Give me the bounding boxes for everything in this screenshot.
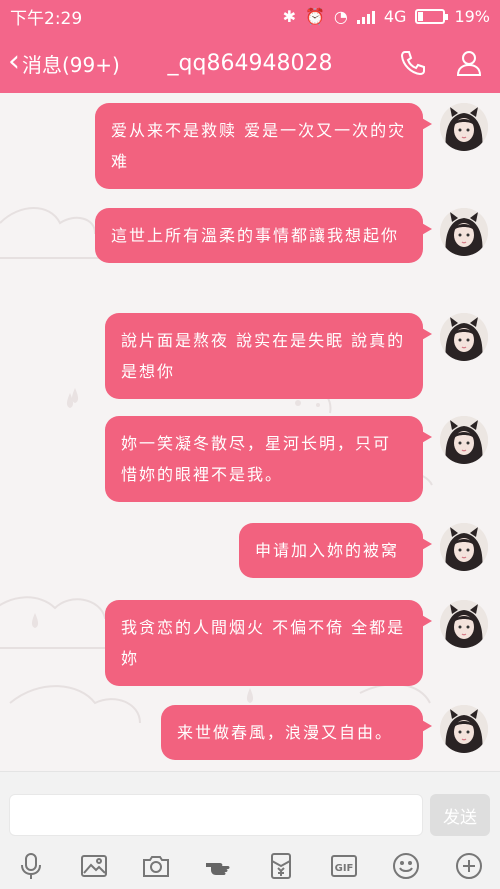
message-bubble[interactable]: 爱从来不是救赎 爱是一次又一次的灾难 xyxy=(95,103,432,189)
send-button[interactable]: 发送 xyxy=(430,794,490,836)
avatar[interactable] xyxy=(440,208,488,256)
gif-icon[interactable]: GIF xyxy=(327,849,361,883)
status-time: 下午2:29 xyxy=(10,9,83,29)
signal-icon xyxy=(356,9,375,24)
avatar[interactable] xyxy=(440,705,488,753)
profile-icon[interactable] xyxy=(454,48,484,78)
status-icons: ✱ ⏰ ◔ 4G 19% xyxy=(283,7,490,26)
camera-icon[interactable] xyxy=(139,849,173,883)
message-bubble[interactable]: 申请加入妳的被窝 xyxy=(239,523,432,578)
image-icon[interactable] xyxy=(77,849,111,883)
more-plus-icon[interactable] xyxy=(452,849,486,883)
emoji-icon[interactable] xyxy=(389,849,423,883)
avatar[interactable] xyxy=(440,313,488,361)
battery-icon xyxy=(415,9,449,24)
chat-header: ‹ 消息(99+) _qq864948028 xyxy=(0,33,500,93)
message-bubble[interactable]: 我贪恋的人間烟火 不偏不倚 全都是妳 xyxy=(105,600,432,686)
avatar[interactable] xyxy=(440,523,488,571)
message-bubble[interactable]: 說片面是熬夜 說实在是失眠 說真的是想你 xyxy=(105,313,432,399)
poke-hand-icon[interactable] xyxy=(202,849,236,883)
message-text: 說片面是熬夜 說实在是失眠 說真的是想你 xyxy=(121,331,406,381)
svg-text:GIF: GIF xyxy=(334,863,353,874)
chat-area[interactable]: 爱从来不是救赎 爱是一次又一次的灾难 這世上所有溫柔的事情都讓我想起你 說片面是… xyxy=(0,93,500,771)
network-type: 4G xyxy=(383,7,407,26)
avatar[interactable] xyxy=(440,416,488,464)
bluetooth-icon: ✱ xyxy=(282,7,296,26)
avatar[interactable] xyxy=(440,103,488,151)
input-bar: 发送 xyxy=(0,771,500,843)
back-button[interactable]: ‹ 消息(99+) xyxy=(0,44,120,79)
message-bubble[interactable]: 来世做春風，浪漫又自由。 xyxy=(161,705,432,760)
phone-icon[interactable] xyxy=(398,48,428,78)
message-input[interactable] xyxy=(9,794,423,836)
battery-percent: 19% xyxy=(454,7,490,26)
message-bubble[interactable]: 這世上所有溫柔的事情都讓我想起你 xyxy=(95,208,432,263)
message-text: 来世做春風，浪漫又自由。 xyxy=(177,723,394,742)
avatar[interactable] xyxy=(440,600,488,648)
message-text: 申请加入妳的被窝 xyxy=(255,541,400,560)
message-text: 這世上所有溫柔的事情都讓我想起你 xyxy=(111,226,400,245)
chat-toolbar: GIF xyxy=(0,843,500,889)
status-bar: 下午2:29 ✱ ⏰ ◔ 4G 19% xyxy=(0,0,500,33)
chevron-left-icon: ‹ xyxy=(8,44,20,79)
alarm-icon: ⏰ xyxy=(304,7,325,26)
message-text: 爱从来不是救赎 爱是一次又一次的灾难 xyxy=(111,121,407,171)
message-text: 妳一笑凝冬散尽，星河长明，只可惜妳的眼裡不是我。 xyxy=(121,434,392,484)
message-text: 我贪恋的人間烟火 不偏不倚 全都是妳 xyxy=(121,618,406,668)
red-packet-icon[interactable] xyxy=(264,849,298,883)
wifi-icon: ◔ xyxy=(333,7,348,26)
back-label: 消息(99+) xyxy=(22,52,120,77)
message-bubble[interactable]: 妳一笑凝冬散尽，星河长明，只可惜妳的眼裡不是我。 xyxy=(105,416,432,502)
microphone-icon[interactable] xyxy=(14,849,48,883)
